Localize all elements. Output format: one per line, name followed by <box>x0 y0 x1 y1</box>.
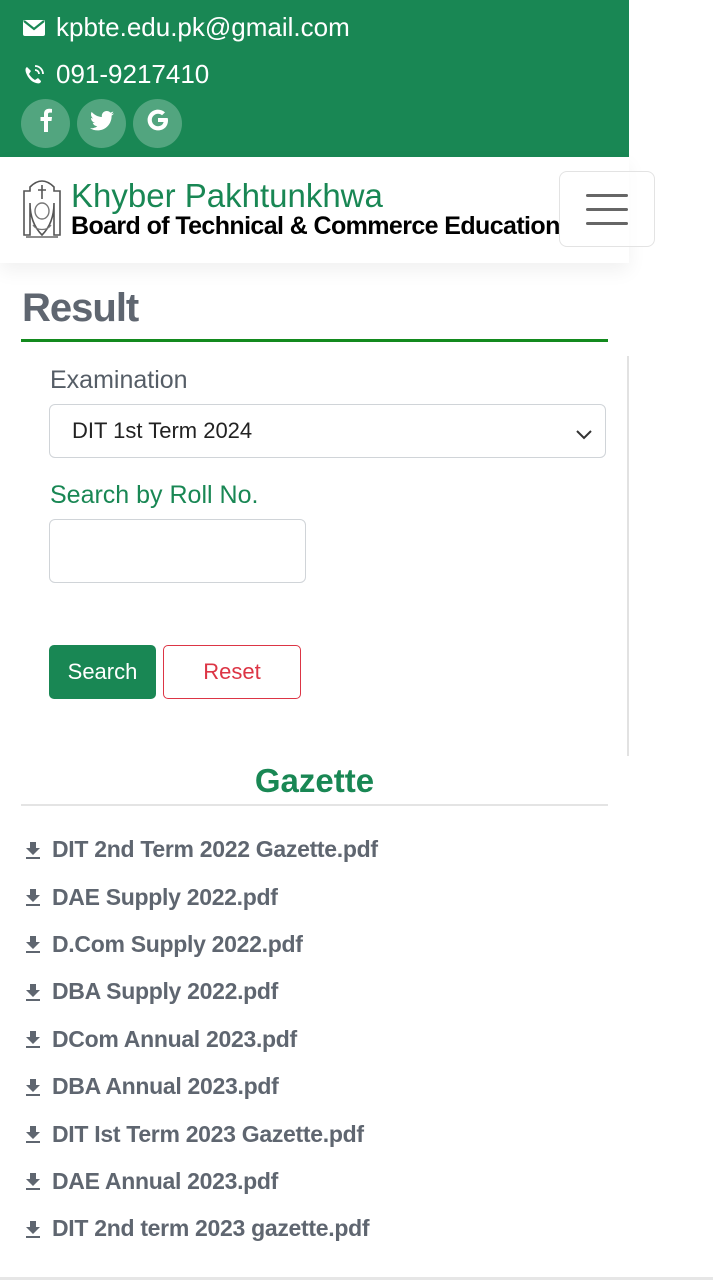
google-button[interactable] <box>133 99 182 148</box>
examination-selected-value: DIT 1st Term 2024 <box>72 418 253 443</box>
gazette-item[interactable]: DCom Annual 2023.pdf <box>24 1016 378 1063</box>
page: kpbte.edu.pk@gmail.com 091-9217410 Khybe… <box>0 0 655 263</box>
gazette-item[interactable]: DBA Annual 2023.pdf <box>24 1063 378 1110</box>
envelope-icon <box>22 16 46 40</box>
facebook-icon <box>39 108 53 139</box>
brand-title[interactable]: Khyber Pakhtunkhwa <box>71 177 383 215</box>
gazette-file-link[interactable]: DAE Supply 2022.pdf <box>52 884 278 911</box>
download-icon <box>24 1219 42 1239</box>
navbar: Khyber Pakhtunkhwa Board of Technical & … <box>0 157 655 263</box>
hamburger-icon-line <box>586 207 628 211</box>
phone-text[interactable]: 091-9217410 <box>56 59 209 90</box>
twitter-icon <box>89 110 114 138</box>
download-icon <box>24 934 42 954</box>
roll-number-input[interactable] <box>49 519 306 583</box>
column-divider <box>627 356 629 756</box>
gazette-item[interactable]: DAE Supply 2022.pdf <box>24 873 378 920</box>
download-icon <box>24 1171 42 1191</box>
gazette-item[interactable]: DIT 2nd Term 2022 Gazette.pdf <box>24 826 378 873</box>
gazette-item[interactable]: DIT Ist Term 2023 Gazette.pdf <box>24 1110 378 1157</box>
gazette-file-link[interactable]: DIT Ist Term 2023 Gazette.pdf <box>52 1121 364 1148</box>
download-icon <box>24 1124 42 1144</box>
social-links <box>21 99 182 148</box>
gazette-heading: Gazette <box>254 762 375 799</box>
search-button[interactable]: Search <box>49 645 156 699</box>
gazette-item[interactable]: DBA Supply 2022.pdf <box>24 968 378 1015</box>
gazette-item[interactable]: DAE Annual 2023.pdf <box>24 1158 378 1205</box>
heading-underline <box>21 339 608 342</box>
email-text[interactable]: kpbte.edu.pk@gmail.com <box>56 12 350 43</box>
twitter-button[interactable] <box>77 99 126 148</box>
top-contact-bar: kpbte.edu.pk@gmail.com 091-9217410 <box>0 0 629 157</box>
gazette-item[interactable]: DIT 2nd term 2023 gazette.pdf <box>24 1205 378 1252</box>
gazette-item[interactable]: D.Com Supply 2022.pdf <box>24 921 378 968</box>
gazette-divider <box>21 804 608 806</box>
hamburger-icon-line <box>586 193 628 197</box>
chevron-down-icon <box>575 422 593 448</box>
reset-button[interactable]: Reset <box>163 645 301 699</box>
gazette-file-link[interactable]: DIT 2nd Term 2022 Gazette.pdf <box>52 836 378 863</box>
result-heading: Result <box>22 286 139 330</box>
download-icon <box>24 982 42 1002</box>
gazette-file-link[interactable]: DBA Annual 2023.pdf <box>52 1073 279 1100</box>
menu-toggle-button[interactable] <box>559 171 655 247</box>
kpbte-logo-icon[interactable] <box>20 179 64 241</box>
email-contact[interactable]: kpbte.edu.pk@gmail.com <box>22 12 350 43</box>
phone-volume-icon <box>22 63 46 87</box>
facebook-button[interactable] <box>21 99 70 148</box>
gazette-file-link[interactable]: D.Com Supply 2022.pdf <box>52 931 303 958</box>
google-icon <box>147 109 169 138</box>
download-icon <box>24 840 42 860</box>
gazette-file-link[interactable]: DCom Annual 2023.pdf <box>52 1026 297 1053</box>
download-icon <box>24 887 42 907</box>
roll-number-label: Search by Roll No. <box>50 481 259 509</box>
gazette-file-link[interactable]: DAE Annual 2023.pdf <box>52 1168 278 1195</box>
examination-label: Examination <box>50 366 188 394</box>
download-icon <box>24 1077 42 1097</box>
gazette-list: DIT 2nd Term 2022 Gazette.pdf DAE Supply… <box>24 826 378 1253</box>
examination-select[interactable]: DIT 1st Term 2024 <box>49 404 606 458</box>
phone-contact[interactable]: 091-9217410 <box>22 59 209 90</box>
gazette-file-link[interactable]: DIT 2nd term 2023 gazette.pdf <box>52 1215 370 1242</box>
gazette-file-link[interactable]: DBA Supply 2022.pdf <box>52 978 278 1005</box>
download-icon <box>24 1029 42 1049</box>
hamburger-icon-line <box>586 221 628 225</box>
brand-subtitle[interactable]: Board of Technical & Commerce Education <box>71 212 560 241</box>
